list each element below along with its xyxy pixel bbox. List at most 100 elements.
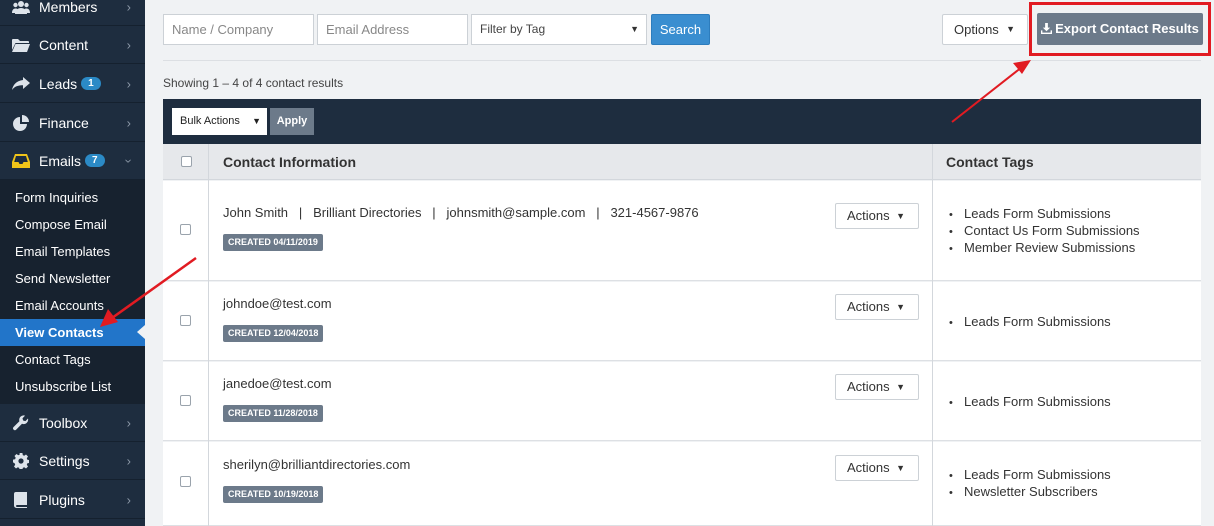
- toolbar-divider: [163, 60, 1201, 61]
- column-header-contact-information[interactable]: Contact Information: [223, 144, 356, 180]
- inbox-icon: [11, 153, 31, 169]
- chevron-right-icon: ›: [126, 76, 131, 91]
- book-icon: [11, 491, 31, 508]
- table-header: Contact Information Contact Tags: [163, 144, 1201, 180]
- contact-info: John Smith | Brilliant Directories | joh…: [223, 205, 699, 220]
- row-checkbox[interactable]: [180, 476, 191, 487]
- submenu-item-unsubscribe-list[interactable]: Unsubscribe List: [0, 373, 145, 400]
- actions-label: Actions: [847, 379, 890, 394]
- select-all-checkbox[interactable]: [181, 156, 192, 167]
- chevron-right-icon: ›: [126, 0, 131, 14]
- contact-info: johndoe@test.com: [223, 296, 332, 311]
- contact-tags-list: Leads Form Submissions: [949, 393, 1111, 410]
- column-header-contact-tags[interactable]: Contact Tags: [946, 144, 1034, 180]
- submenu-item-form-inquiries[interactable]: Form Inquiries: [0, 184, 145, 211]
- users-icon: [11, 0, 31, 15]
- submenu-item-contact-tags[interactable]: Contact Tags: [0, 346, 145, 373]
- created-date-badge: CREATED 10/19/2018: [223, 486, 324, 503]
- contact-tag: Leads Form Submissions: [949, 313, 1111, 330]
- contact-tag: Contact Us Form Submissions: [949, 222, 1140, 239]
- options-dropdown-button[interactable]: Options ▼: [942, 14, 1028, 45]
- wrench-icon: [11, 414, 31, 431]
- caret-down-icon: ▼: [630, 24, 639, 34]
- emails-submenu: Form Inquiries Compose Email Email Templ…: [0, 180, 145, 404]
- search-button[interactable]: Search: [651, 14, 710, 45]
- row-actions-button[interactable]: Actions ▼: [835, 294, 919, 320]
- submenu-item-compose-email[interactable]: Compose Email: [0, 211, 145, 238]
- chevron-right-icon: ›: [126, 453, 131, 468]
- name-company-input[interactable]: Name / Company: [163, 14, 314, 45]
- sidebar-item-members[interactable]: Members ›: [0, 0, 145, 26]
- gear-icon: [11, 452, 31, 469]
- apply-button[interactable]: Apply: [270, 108, 314, 135]
- actions-label: Actions: [847, 208, 890, 223]
- sidebar-item-label: Emails: [39, 152, 82, 169]
- actions-label: Actions: [847, 460, 890, 475]
- sidebar-item-label: Content: [39, 36, 89, 53]
- table-row: johndoe@test.com CREATED 12/04/2018 Acti…: [163, 282, 1201, 361]
- row-actions-button[interactable]: Actions ▼: [835, 203, 919, 229]
- sidebar-item-finance[interactable]: Finance ›: [0, 104, 145, 142]
- created-date-badge: CREATED 12/04/2018: [223, 325, 324, 342]
- share-icon: [11, 76, 31, 92]
- table-row: sherilyn@brilliantdirectories.com CREATE…: [163, 442, 1201, 526]
- sidebar-item-settings[interactable]: Settings ›: [0, 442, 145, 480]
- contact-tag: Leads Form Submissions: [949, 393, 1111, 410]
- sidebar-item-toolbox[interactable]: Toolbox ›: [0, 404, 145, 442]
- export-contact-results-button[interactable]: Export Contact Results: [1037, 13, 1203, 45]
- contact-tag: Newsletter Subscribers: [949, 483, 1111, 500]
- caret-down-icon: ▼: [896, 463, 905, 473]
- contact-tags-list: Leads Form Submissions: [949, 313, 1111, 330]
- row-actions-button[interactable]: Actions ▼: [835, 455, 919, 481]
- chevron-right-icon: ›: [126, 37, 131, 52]
- sidebar-item-label: Plugins: [39, 491, 85, 508]
- table-row: janedoe@test.com CREATED 11/28/2018 Acti…: [163, 362, 1201, 441]
- export-label: Export Contact Results: [1055, 21, 1199, 36]
- contact-tags-list: Leads Form Submissions Newsletter Subscr…: [949, 466, 1111, 500]
- submenu-item-send-newsletter[interactable]: Send Newsletter: [0, 265, 145, 292]
- contact-info: janedoe@test.com: [223, 376, 332, 391]
- sidebar-item-plugins[interactable]: Plugins ›: [0, 481, 145, 519]
- folder-icon: [11, 37, 31, 53]
- emails-count-badge: 7: [85, 154, 105, 167]
- chevron-right-icon: ›: [126, 492, 131, 507]
- column-separator: [208, 144, 209, 526]
- chevron-down-icon: ›: [121, 158, 137, 163]
- caret-down-icon: ▼: [1006, 24, 1015, 34]
- email-address-input[interactable]: Email Address: [317, 14, 468, 45]
- contact-tag: Leads Form Submissions: [949, 466, 1111, 483]
- caret-down-icon: ▼: [252, 116, 261, 126]
- contact-tag: Member Review Submissions: [949, 239, 1140, 256]
- created-date-badge: CREATED 04/11/2019: [223, 234, 323, 251]
- submenu-item-email-templates[interactable]: Email Templates: [0, 238, 145, 265]
- submenu-item-view-contacts[interactable]: View Contacts: [0, 319, 145, 346]
- row-checkbox[interactable]: [180, 395, 191, 406]
- row-checkbox[interactable]: [180, 224, 191, 235]
- submenu-item-email-accounts[interactable]: Email Accounts: [0, 292, 145, 319]
- chevron-right-icon: ›: [126, 115, 131, 130]
- sidebar-item-emails[interactable]: Emails 7 ›: [0, 142, 145, 180]
- bulk-actions-select[interactable]: Bulk Actions ▼: [172, 108, 267, 135]
- column-separator: [932, 144, 933, 526]
- row-checkbox[interactable]: [180, 315, 191, 326]
- results-count: Showing 1 – 4 of 4 contact results: [163, 76, 344, 90]
- contact-tags-list: Leads Form Submissions Contact Us Form S…: [949, 205, 1140, 256]
- sidebar-item-label: Settings: [39, 452, 90, 469]
- tag-filter-select[interactable]: Filter by Tag ▼: [471, 14, 647, 45]
- table-row: John Smith | Brilliant Directories | joh…: [163, 181, 1201, 281]
- tag-filter-value: Filter by Tag: [480, 22, 546, 36]
- pie-chart-icon: [11, 114, 31, 131]
- sidebar-item-leads[interactable]: Leads 1 ›: [0, 65, 145, 103]
- row-actions-button[interactable]: Actions ▼: [835, 374, 919, 400]
- bulk-actions-bar: [163, 99, 1201, 144]
- sidebar: Members › Content › Leads 1 › Finance › …: [0, 0, 145, 526]
- leads-count-badge: 1: [81, 77, 101, 90]
- options-label: Options: [954, 22, 999, 37]
- caret-down-icon: ▼: [896, 211, 905, 221]
- actions-label: Actions: [847, 299, 890, 314]
- sidebar-item-content[interactable]: Content ›: [0, 26, 145, 64]
- sidebar-item-label: Finance: [39, 114, 89, 131]
- contact-tag: Leads Form Submissions: [949, 205, 1140, 222]
- caret-down-icon: ▼: [896, 302, 905, 312]
- download-icon: [1041, 23, 1053, 34]
